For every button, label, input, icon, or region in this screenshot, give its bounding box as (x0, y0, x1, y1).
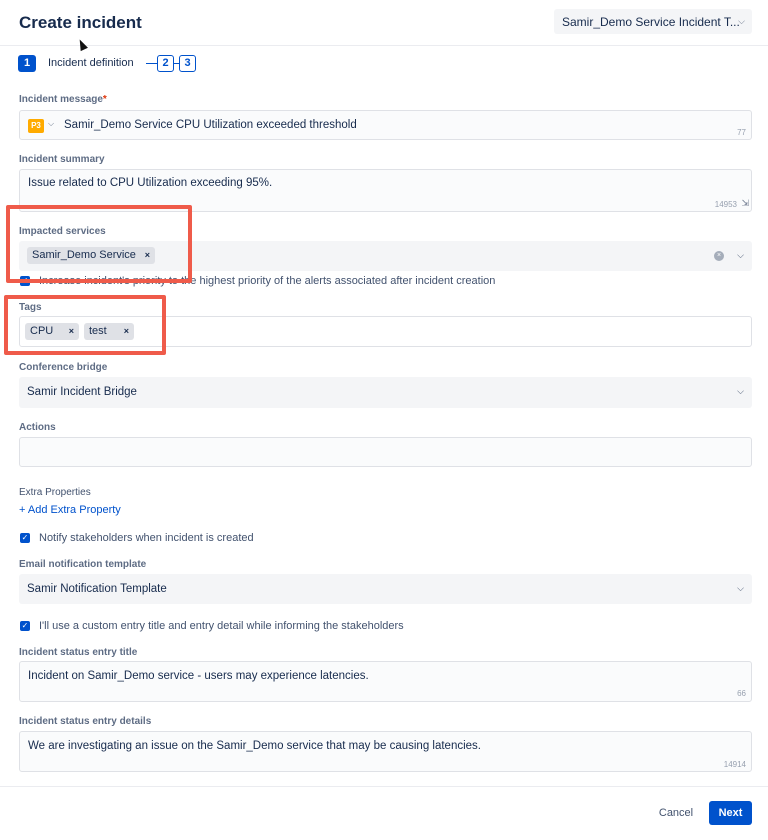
required-mark: * (102, 94, 107, 105)
char-counter: 77 (737, 128, 746, 137)
notify-stakeholders-checkbox[interactable]: ✓ (20, 533, 30, 543)
status-details-label: Incident status entry details (19, 716, 152, 727)
step-connector (146, 63, 157, 64)
chevron-down-icon[interactable]: ⌵ (48, 119, 54, 129)
highlight-box-impacted-services (6, 205, 192, 283)
incident-message-value: Samir_Demo Service CPU Utilization excee… (64, 119, 357, 131)
conference-bridge-label: Conference bridge (19, 362, 108, 373)
page-title: Create incident (19, 13, 142, 32)
template-select-value: Samir_Demo Service Incident T... (562, 15, 740, 29)
step-3-badge[interactable]: 3 (179, 55, 196, 72)
incident-message-field[interactable]: P3 ⌵ Samir_Demo Service CPU Utilization … (19, 110, 752, 140)
incident-summary-value: Issue related to CPU Utilization exceedi… (28, 177, 273, 189)
next-button[interactable]: Next (709, 801, 752, 825)
chevron-down-icon: ⌵ (737, 583, 744, 593)
status-title-field[interactable]: Incident on Samir_Demo service - users m… (19, 661, 752, 702)
status-details-field[interactable]: We are investigating an issue on the Sam… (19, 731, 752, 772)
email-template-value: Samir Notification Template (27, 583, 167, 595)
incident-message-label: Incident message* (19, 94, 107, 105)
status-title-value: Incident on Samir_Demo service - users m… (28, 670, 369, 682)
conference-bridge-value: Samir Incident Bridge (27, 386, 137, 398)
clear-icon[interactable]: × (714, 251, 724, 261)
footer-divider (0, 786, 768, 787)
conference-bridge-select[interactable]: Samir Incident Bridge ⌵ (19, 377, 752, 408)
highlight-box-tags (4, 295, 166, 355)
notify-stakeholders-label: Notify stakeholders when incident is cre… (39, 532, 254, 544)
char-counter: 66 (737, 689, 746, 698)
resize-handle-icon[interactable]: ⇲ (741, 198, 749, 209)
chevron-down-icon[interactable]: ⌵ (737, 250, 744, 261)
actions-field[interactable] (19, 437, 752, 467)
status-title-label: Incident status entry title (19, 647, 138, 658)
cancel-button[interactable]: Cancel (651, 801, 701, 825)
add-extra-property-link[interactable]: + Add Extra Property (19, 504, 121, 516)
incident-summary-label: Incident summary (19, 154, 105, 165)
status-details-value: We are investigating an issue on the Sam… (28, 740, 481, 752)
chevron-down-icon: ⌵ (738, 16, 745, 26)
extra-properties-label: Extra Properties (19, 487, 91, 498)
char-counter: 14914 (723, 760, 746, 769)
actions-label: Actions (19, 422, 56, 433)
chevron-down-icon: ⌵ (737, 386, 744, 396)
stepper: 1 Incident definition 2 3 (18, 55, 318, 72)
priority-badge[interactable]: P3 (28, 119, 44, 133)
template-select[interactable]: Samir_Demo Service Incident T... ⌵ (554, 9, 752, 34)
char-counter: 14953 (714, 200, 737, 209)
email-template-label: Email notification template (19, 559, 147, 570)
modal-header: Create incident Samir_Demo Service Incid… (0, 0, 768, 46)
custom-entry-checkbox[interactable]: ✓ (20, 621, 30, 631)
step-2-badge[interactable]: 2 (157, 55, 174, 72)
step-1-label: Incident definition (48, 57, 134, 69)
custom-entry-label: I'll use a custom entry title and entry … (39, 620, 404, 632)
step-1-badge[interactable]: 1 (18, 55, 36, 72)
email-template-select[interactable]: Samir Notification Template ⌵ (19, 574, 752, 604)
